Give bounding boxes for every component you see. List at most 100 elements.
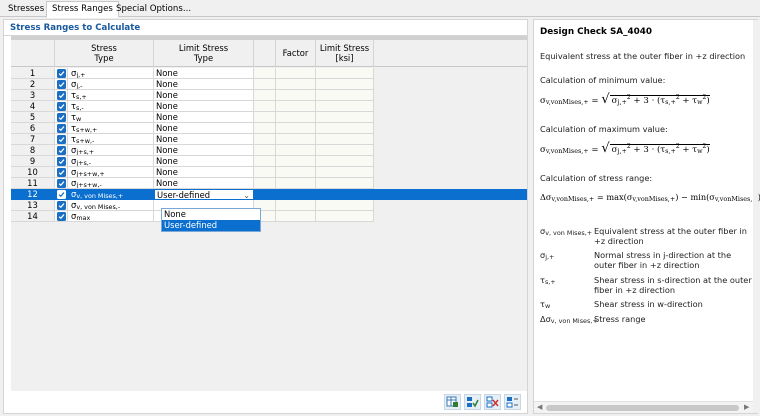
checkbox-checked-icon[interactable] xyxy=(56,134,66,144)
checkbox-checked-icon[interactable] xyxy=(56,79,66,89)
checkbox-checked-icon[interactable] xyxy=(56,178,66,188)
limit-stress-cell[interactable] xyxy=(316,189,374,200)
table-row[interactable]: 1 σj,+ None xyxy=(11,68,527,79)
factor-cell[interactable] xyxy=(276,145,316,156)
header-stress-type[interactable]: Stress Type xyxy=(55,40,154,67)
checkbox-checked-icon[interactable] xyxy=(56,211,66,221)
limit-stress-cell[interactable] xyxy=(316,68,374,79)
stress-type-cell[interactable]: τs+w,+ xyxy=(68,123,154,134)
limit-stress-cell[interactable] xyxy=(316,123,374,134)
factor-cell[interactable] xyxy=(276,178,316,189)
table-row[interactable]: 2 σj,- None xyxy=(11,79,527,90)
limit-stress-cell[interactable] xyxy=(316,167,374,178)
stress-type-cell[interactable]: σv, von Mises,- xyxy=(68,200,154,211)
stress-type-cell[interactable]: σj+s+w,+ xyxy=(68,167,154,178)
tab-stress-ranges[interactable]: Stress Ranges xyxy=(46,1,119,18)
table-row[interactable]: 9 σj+s,- None xyxy=(11,156,527,167)
row-checkbox[interactable] xyxy=(55,145,68,156)
table-row[interactable]: 3 τs,+ None xyxy=(11,90,527,101)
factor-cell[interactable] xyxy=(276,101,316,112)
dropdown-option-none[interactable]: None xyxy=(162,209,260,220)
checkbox-checked-icon[interactable] xyxy=(56,90,66,100)
factor-cell[interactable] xyxy=(276,123,316,134)
limit-type-cell[interactable]: None xyxy=(154,145,254,156)
row-checkbox[interactable] xyxy=(55,68,68,79)
factor-cell[interactable] xyxy=(276,79,316,90)
limit-type-cell[interactable]: None xyxy=(154,112,254,123)
row-checkbox[interactable] xyxy=(55,112,68,123)
table-row[interactable]: 8 σj+s,+ None xyxy=(11,145,527,156)
table-row[interactable]: 5 τw None xyxy=(11,112,527,123)
checkbox-checked-icon[interactable] xyxy=(56,123,66,133)
limit-type-cell[interactable]: None xyxy=(154,90,254,101)
row-checkbox[interactable] xyxy=(55,211,68,222)
factor-cell[interactable] xyxy=(276,112,316,123)
header-factor[interactable]: Factor xyxy=(276,40,316,67)
scrollbar-thumb[interactable] xyxy=(546,405,739,411)
limit-stress-cell[interactable] xyxy=(316,145,374,156)
checkbox-checked-icon[interactable] xyxy=(56,200,66,210)
checkbox-checked-icon[interactable] xyxy=(56,189,66,199)
row-checkbox[interactable] xyxy=(55,178,68,189)
table-row[interactable]: 11 σj+s+w,- None xyxy=(11,178,527,189)
limit-stress-cell[interactable] xyxy=(316,112,374,123)
row-checkbox[interactable] xyxy=(55,79,68,90)
checkbox-checked-icon[interactable] xyxy=(56,167,66,177)
stress-type-cell[interactable]: τw xyxy=(68,112,154,123)
table-row[interactable]: 4 τs,- None xyxy=(11,101,527,112)
check-all-button[interactable] xyxy=(464,394,481,410)
chevron-down-icon[interactable]: ⌄ xyxy=(243,191,250,199)
stress-type-cell[interactable]: σmax xyxy=(68,211,154,222)
dropdown-option-user-defined[interactable]: User-defined xyxy=(162,220,260,231)
table-export-button[interactable] xyxy=(444,394,461,410)
tab-special-options[interactable]: Special Options... xyxy=(110,1,197,17)
stress-type-cell[interactable]: σj+s,- xyxy=(68,156,154,167)
row-checkbox[interactable] xyxy=(55,156,68,167)
vertical-scrollbar[interactable] xyxy=(753,20,758,413)
limit-type-cell[interactable]: None xyxy=(154,134,254,145)
stress-type-cell[interactable]: τs,+ xyxy=(68,90,154,101)
limit-type-dropdown-list[interactable]: None User-defined xyxy=(161,208,261,232)
checkbox-checked-icon[interactable] xyxy=(56,145,66,155)
row-checkbox[interactable] xyxy=(55,134,68,145)
limit-type-cell[interactable]: User-defined ⌄ xyxy=(154,189,254,200)
limit-type-cell[interactable]: None xyxy=(154,156,254,167)
toggle-check-button[interactable] xyxy=(504,394,521,410)
row-checkbox[interactable] xyxy=(55,123,68,134)
row-checkbox[interactable] xyxy=(55,189,68,200)
stress-type-cell[interactable]: σj+s,+ xyxy=(68,145,154,156)
limit-type-cell[interactable]: None xyxy=(154,167,254,178)
table-row[interactable]: 13 σv, von Mises,- xyxy=(11,200,527,211)
checkbox-checked-icon[interactable] xyxy=(56,68,66,78)
stress-type-cell[interactable]: τs+w,- xyxy=(68,134,154,145)
limit-stress-cell[interactable] xyxy=(316,90,374,101)
limit-stress-cell[interactable] xyxy=(316,134,374,145)
limit-stress-cell[interactable] xyxy=(316,178,374,189)
checkbox-checked-icon[interactable] xyxy=(56,156,66,166)
horizontal-scrollbar[interactable]: ◀ ▶ xyxy=(534,401,753,413)
stress-type-cell[interactable]: τs,- xyxy=(68,101,154,112)
header-limit-stress[interactable]: Limit Stress [ksi] xyxy=(316,40,374,67)
table-row[interactable]: 10 σj+s+w,+ None xyxy=(11,167,527,178)
factor-cell[interactable] xyxy=(276,90,316,101)
factor-cell[interactable] xyxy=(276,189,316,200)
factor-cell[interactable] xyxy=(276,134,316,145)
row-checkbox[interactable] xyxy=(55,200,68,211)
checkbox-checked-icon[interactable] xyxy=(56,112,66,122)
stress-type-cell[interactable]: σv, von Mises,+ xyxy=(68,189,154,200)
limit-stress-cell[interactable] xyxy=(316,200,374,211)
uncheck-all-button[interactable] xyxy=(484,394,501,410)
stress-type-cell[interactable]: σj,- xyxy=(68,79,154,90)
table-row[interactable]: 6 τs+w,+ None xyxy=(11,123,527,134)
limit-stress-cell[interactable] xyxy=(316,211,374,222)
limit-type-cell[interactable]: None xyxy=(154,101,254,112)
row-checkbox[interactable] xyxy=(55,101,68,112)
factor-cell[interactable] xyxy=(276,167,316,178)
factor-cell[interactable] xyxy=(276,200,316,211)
stress-type-cell[interactable]: σj+s+w,- xyxy=(68,178,154,189)
scroll-right-icon[interactable]: ▶ xyxy=(744,403,749,411)
checkbox-checked-icon[interactable] xyxy=(56,101,66,111)
row-checkbox[interactable] xyxy=(55,167,68,178)
limit-type-cell[interactable]: None xyxy=(154,68,254,79)
table-row[interactable]: 12 σv, von Mises,+ User-defined ⌄ xyxy=(11,189,527,200)
